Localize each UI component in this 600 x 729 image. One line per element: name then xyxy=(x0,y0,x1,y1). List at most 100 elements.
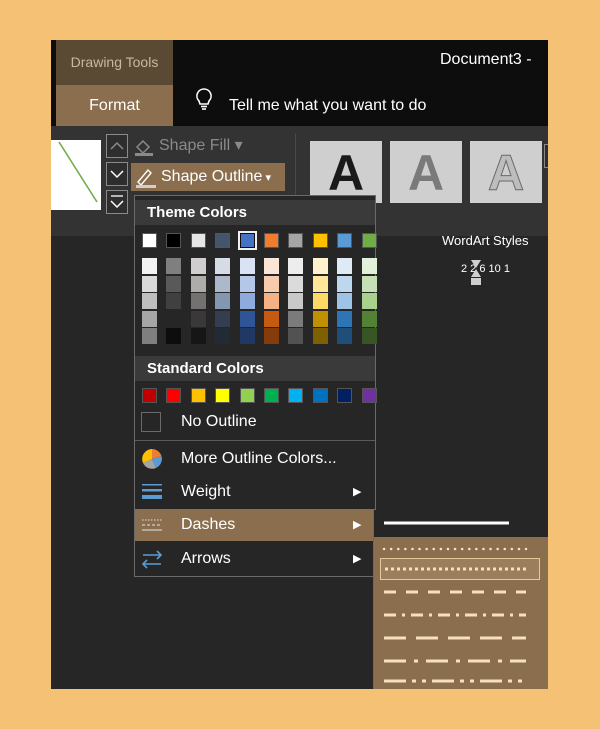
dash-option-solid[interactable] xyxy=(374,510,548,537)
tab-format[interactable]: Format xyxy=(56,85,173,126)
standard-color-swatch[interactable] xyxy=(142,388,157,403)
theme-shade-swatch[interactable] xyxy=(190,328,206,344)
theme-shade-swatch[interactable] xyxy=(166,275,182,292)
theme-color-swatch[interactable] xyxy=(337,233,353,248)
theme-shade-swatch[interactable] xyxy=(190,293,206,309)
dash-option-square-dot[interactable] xyxy=(380,558,540,580)
theme-color-swatch[interactable] xyxy=(312,233,328,248)
theme-color-swatch[interactable] xyxy=(142,233,157,248)
theme-shade-swatch[interactable] xyxy=(361,258,377,274)
dash-option-long-dash[interactable] xyxy=(380,627,540,649)
shape-outline-button[interactable]: Shape Outline ▾ xyxy=(131,163,285,191)
theme-shade-swatch[interactable] xyxy=(264,310,279,327)
theme-shade-swatch[interactable] xyxy=(312,328,328,344)
theme-shade-swatch[interactable] xyxy=(166,310,182,327)
theme-color-swatch[interactable] xyxy=(166,233,182,248)
theme-color-swatch[interactable] xyxy=(264,233,279,248)
weight-item[interactable]: Weight ▶ xyxy=(135,476,375,508)
theme-shade-swatch[interactable] xyxy=(337,258,353,274)
shape-styles-scroll-up[interactable] xyxy=(106,134,128,158)
theme-shade-swatch[interactable] xyxy=(239,258,255,274)
theme-shade-swatch[interactable] xyxy=(312,258,328,274)
standard-color-swatch[interactable] xyxy=(190,388,206,403)
arrows-item[interactable]: Arrows ▶ xyxy=(135,543,375,575)
no-outline-item[interactable]: No Outline xyxy=(135,406,375,438)
theme-shade-swatch[interactable] xyxy=(337,293,353,309)
wordart-style-3[interactable]: A xyxy=(470,141,542,203)
standard-color-swatch[interactable] xyxy=(337,388,353,403)
theme-shade-swatch[interactable] xyxy=(239,310,255,327)
theme-shade-swatch[interactable] xyxy=(288,275,304,292)
dash-option-dash-dot[interactable] xyxy=(380,604,540,626)
theme-shade-swatch[interactable] xyxy=(142,293,157,309)
theme-shade-swatch[interactable] xyxy=(239,293,255,309)
indent-marker-icon[interactable] xyxy=(471,260,481,286)
theme-shade-swatch[interactable] xyxy=(264,328,279,344)
shape-preview[interactable] xyxy=(51,140,101,210)
theme-shade-swatch[interactable] xyxy=(215,293,231,309)
dash-option-long-dash-dot[interactable] xyxy=(380,650,540,672)
theme-shade-swatch[interactable] xyxy=(215,258,231,274)
standard-color-swatch[interactable] xyxy=(166,388,182,403)
theme-shade-swatch[interactable] xyxy=(190,275,206,292)
theme-shade-swatch[interactable] xyxy=(288,293,304,309)
theme-shade-swatch[interactable] xyxy=(142,328,157,344)
chevron-right-icon: ▶ xyxy=(353,486,362,498)
shape-fill-button[interactable]: Shape Fill ▾ xyxy=(133,134,243,158)
theme-shade-swatch[interactable] xyxy=(312,275,328,292)
theme-shade-swatch[interactable] xyxy=(142,275,157,292)
theme-shade-swatch[interactable] xyxy=(215,275,231,292)
theme-shade-swatch[interactable] xyxy=(337,328,353,344)
tell-me-search[interactable]: Tell me what you want to do xyxy=(195,85,426,126)
theme-shade-swatch[interactable] xyxy=(337,310,353,327)
theme-shade-swatch[interactable] xyxy=(166,328,182,344)
theme-shade-swatch[interactable] xyxy=(288,310,304,327)
standard-color-swatch[interactable] xyxy=(239,388,255,403)
theme-shade-swatch[interactable] xyxy=(166,258,182,274)
theme-shade-swatch[interactable] xyxy=(215,328,231,344)
theme-shade-swatch[interactable] xyxy=(361,328,377,344)
theme-color-swatch[interactable] xyxy=(288,233,304,248)
theme-shade-swatch[interactable] xyxy=(361,310,377,327)
dash-option-dash[interactable] xyxy=(380,581,540,603)
theme-shade-swatch[interactable] xyxy=(166,293,182,309)
dashes-item[interactable]: Dashes ▶ xyxy=(135,509,375,541)
ruler: 2 2 6 10 1 xyxy=(461,263,510,275)
standard-color-swatch[interactable] xyxy=(288,388,304,403)
color-wheel-icon xyxy=(141,448,163,470)
standard-color-swatch[interactable] xyxy=(215,388,231,403)
theme-shade-swatch[interactable] xyxy=(239,328,255,344)
dash-option-round-dot[interactable] xyxy=(380,538,540,560)
line-weight-icon xyxy=(141,481,163,503)
theme-shade-swatch[interactable] xyxy=(312,310,328,327)
theme-shade-swatch[interactable] xyxy=(142,310,157,327)
standard-color-swatch[interactable] xyxy=(312,388,328,403)
theme-shade-swatch[interactable] xyxy=(190,258,206,274)
theme-color-swatch[interactable] xyxy=(215,233,231,248)
theme-shade-swatch[interactable] xyxy=(264,293,279,309)
shape-styles-more[interactable] xyxy=(106,190,128,214)
theme-shade-swatch[interactable] xyxy=(361,275,377,292)
theme-shade-swatch[interactable] xyxy=(288,328,304,344)
theme-shade-swatch[interactable] xyxy=(190,310,206,327)
more-outline-colors-item[interactable]: More Outline Colors... xyxy=(135,443,375,475)
theme-shade-swatch[interactable] xyxy=(264,258,279,274)
theme-color-swatch[interactable] xyxy=(361,233,377,248)
theme-shade-swatch[interactable] xyxy=(239,275,255,292)
shape-styles-scroll-down[interactable] xyxy=(106,162,128,186)
dash-option-long-dash-dot-dot[interactable] xyxy=(380,670,540,689)
standard-color-swatch[interactable] xyxy=(264,388,279,403)
theme-shade-swatch[interactable] xyxy=(215,310,231,327)
theme-shade-swatch[interactable] xyxy=(142,258,157,274)
theme-shade-swatch[interactable] xyxy=(264,275,279,292)
theme-color-swatch[interactable] xyxy=(237,231,257,250)
wordart-scroll-up[interactable] xyxy=(544,144,548,168)
standard-color-swatch[interactable] xyxy=(361,388,377,403)
theme-shade-swatch[interactable] xyxy=(337,275,353,292)
theme-shade-swatch[interactable] xyxy=(361,293,377,309)
theme-color-swatch[interactable] xyxy=(190,233,206,248)
theme-shade-swatch[interactable] xyxy=(312,293,328,309)
theme-shade-swatch[interactable] xyxy=(288,258,304,274)
wordart-style-1[interactable]: A xyxy=(310,141,382,203)
wordart-style-2[interactable]: A xyxy=(390,141,462,203)
